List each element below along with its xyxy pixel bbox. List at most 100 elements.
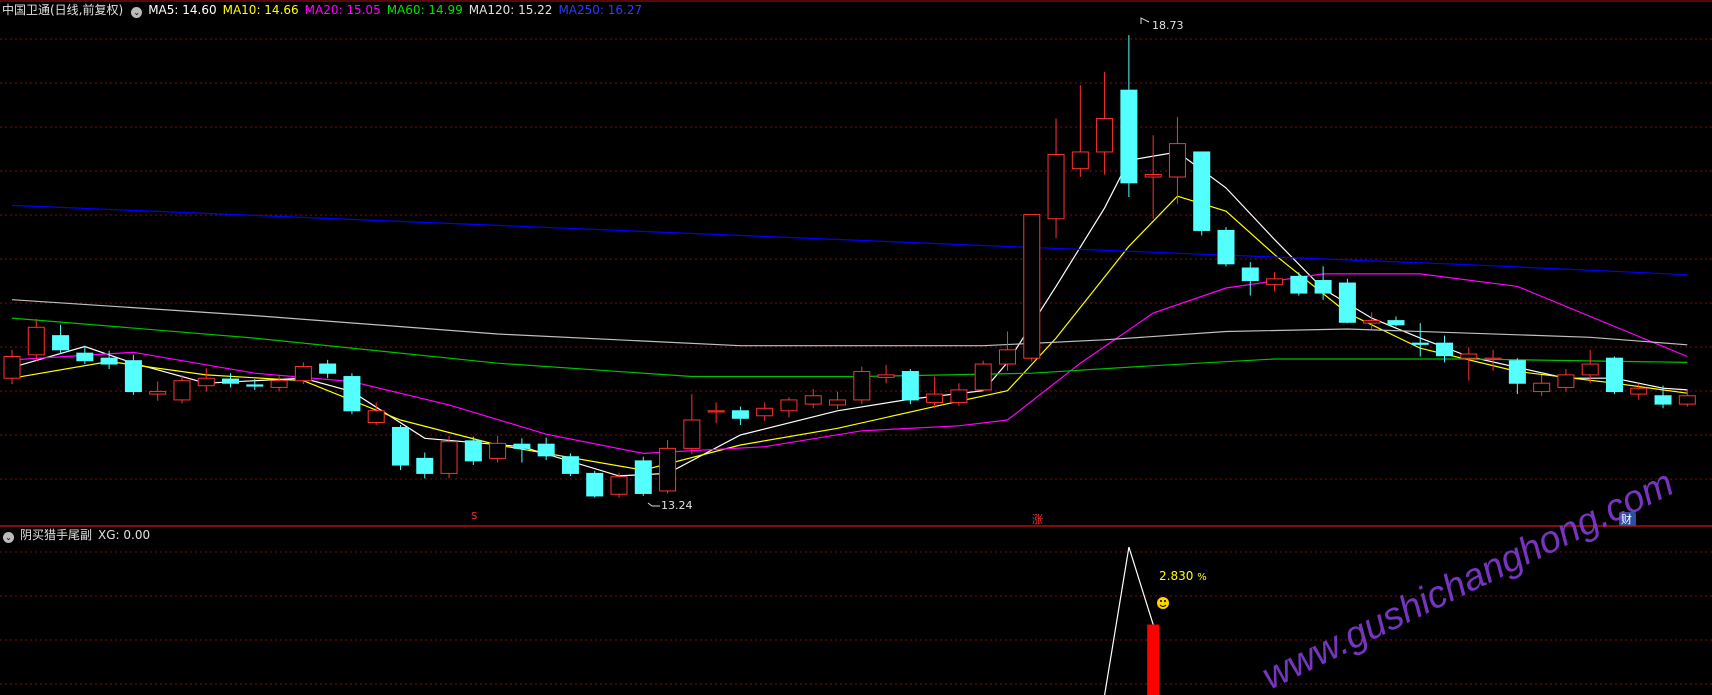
candle-body-up — [1047, 153, 1065, 220]
candle — [27, 318, 45, 361]
smile-icon-eye-left — [1160, 600, 1162, 602]
candle-body-up — [926, 393, 944, 403]
candle — [610, 472, 628, 498]
candle — [829, 391, 847, 410]
low-price-label: 13.24 — [661, 499, 693, 512]
candle — [319, 359, 337, 379]
candle — [464, 436, 482, 466]
candle — [222, 373, 240, 388]
candle — [998, 331, 1016, 371]
candle-body-up — [1460, 353, 1478, 359]
candle-body-up — [998, 349, 1016, 365]
candle — [586, 470, 604, 498]
candle-body-up — [1023, 214, 1041, 359]
candle-body-down — [464, 440, 482, 462]
candle — [1096, 71, 1114, 175]
candle — [1387, 316, 1405, 327]
candle-body-up — [1071, 151, 1089, 170]
candle-body-down — [343, 376, 361, 412]
stock-title: 中国卫通(日线,前复权) — [2, 3, 124, 17]
candle-body-up — [829, 399, 847, 406]
ma20-value: MA20: 15.05 — [304, 3, 381, 17]
high-marker-arrow — [1140, 17, 1150, 24]
candle-body-up — [149, 391, 167, 395]
candle-body-up — [804, 395, 822, 405]
ma250-line — [11, 204, 1688, 276]
candle — [197, 368, 215, 392]
candle-body-up — [610, 476, 628, 495]
candle-body-up — [27, 326, 45, 356]
candle-body-down — [124, 360, 142, 393]
candle-body-up — [1581, 363, 1599, 376]
candle-body-down — [1605, 357, 1623, 393]
candle-body-up — [853, 371, 871, 401]
candle — [1217, 227, 1235, 267]
indicator-bar — [1147, 624, 1160, 695]
candle-body-down — [1241, 267, 1259, 282]
ma5-line — [11, 151, 1688, 477]
ma120-value: MA120: 15.22 — [468, 3, 553, 17]
candle-body-down — [634, 460, 652, 494]
candle-body-up — [756, 407, 774, 417]
candle — [950, 383, 968, 406]
candle-body-down — [1387, 320, 1405, 326]
candle-body-up — [3, 356, 21, 379]
indicator-settings-icon[interactable]: ⌄ — [3, 532, 14, 543]
candle-body-up — [974, 363, 992, 391]
candle — [343, 373, 361, 415]
indicator-value: XG: 0.00 — [98, 528, 151, 542]
candle-body-down — [561, 456, 579, 474]
candle — [1508, 358, 1526, 395]
indicator-line — [1104, 546, 1154, 695]
candle — [1290, 272, 1308, 296]
candle — [926, 376, 944, 409]
candle-body-up — [197, 377, 215, 387]
candle — [1120, 35, 1138, 198]
candle — [877, 364, 895, 384]
candle-body-down — [731, 410, 749, 419]
candle-body-up — [1533, 382, 1551, 393]
candle-body-up — [1678, 395, 1696, 405]
main-panel-header: 中国卫通(日线,前复权) ⌄ MA5: 14.60 MA10: 14.66 MA20: … — [2, 1, 648, 19]
candle-body-up — [707, 410, 725, 413]
chart-annotations — [647, 17, 1636, 609]
candle-body-up — [780, 399, 798, 412]
candle — [489, 435, 507, 463]
signal-percent: 2.830 % — [1159, 569, 1207, 583]
low-marker-arrow — [647, 502, 660, 507]
candle — [294, 362, 312, 385]
candle-body-up — [877, 374, 895, 378]
candle-body-up — [950, 389, 968, 403]
candle — [731, 406, 749, 425]
candle — [707, 402, 725, 424]
candle-body-up — [1096, 118, 1114, 153]
candle-body-up — [294, 366, 312, 382]
candle-body-down — [1120, 89, 1138, 184]
candle-body-up — [1484, 357, 1502, 360]
candle-body-down — [1193, 151, 1211, 231]
candle-body-down — [1290, 275, 1308, 294]
candle-body-down — [391, 426, 409, 466]
marker-s: S — [471, 511, 478, 522]
indicator-name: 阴买猎手尾副 — [20, 528, 93, 542]
candle — [1678, 389, 1696, 407]
ma10-value: MA10: 14.66 — [222, 3, 299, 17]
moving-average-lines — [11, 151, 1688, 477]
candle — [901, 369, 919, 405]
candle — [561, 453, 579, 476]
candle — [270, 374, 288, 392]
ma20-line — [11, 273, 1688, 455]
candle — [659, 440, 677, 494]
candle — [149, 381, 167, 401]
ma-settings-icon[interactable]: ⌄ — [131, 7, 143, 18]
candle — [1436, 335, 1454, 363]
candle-body-down — [1436, 342, 1454, 357]
candle-body-up — [173, 380, 191, 401]
candle — [974, 360, 992, 392]
candle — [1314, 266, 1332, 300]
ma60-value: MA60: 14.99 — [386, 3, 463, 17]
candle — [756, 402, 774, 421]
candle — [1605, 356, 1623, 395]
main-panel-grid — [0, 38, 1712, 480]
candle-body-down — [586, 472, 604, 497]
